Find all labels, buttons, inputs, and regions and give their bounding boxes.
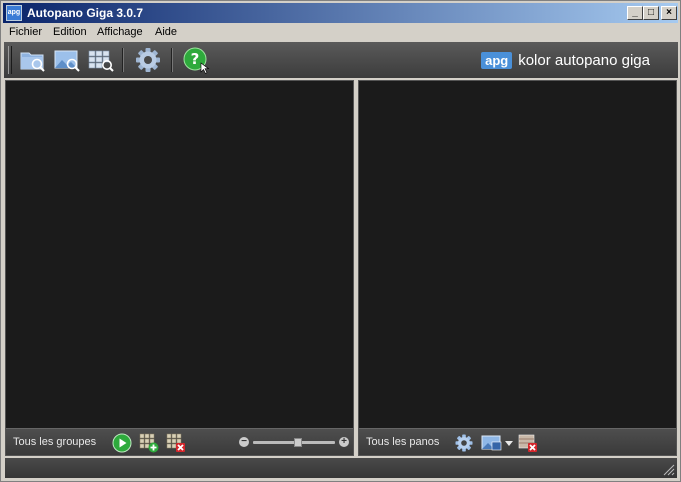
menu-affichage[interactable]: Affichage	[97, 26, 143, 38]
logo-brand-text: kolor autopano giga	[518, 51, 650, 69]
maximize-button[interactable]: □	[643, 6, 659, 20]
minimize-button[interactable]: _	[627, 6, 643, 20]
resize-grip-icon[interactable]	[661, 462, 675, 476]
render-icon[interactable]	[481, 433, 503, 453]
groups-footer-label: Tous les groupes	[13, 436, 97, 448]
panos-footer-label: Tous les panos	[366, 436, 440, 448]
dropdown-arrow-icon[interactable]	[504, 433, 514, 453]
title-bar[interactable]: apg Autopano Giga 3.0.7 _ □ ×	[3, 3, 678, 23]
toolbar: ? apg kolor autopano giga	[4, 42, 678, 78]
panos-panel: Tous les panos	[358, 80, 677, 456]
zoom-out-button[interactable]: −	[239, 437, 249, 447]
menu-bar: Fichier Edition Affichage Aide	[3, 24, 678, 42]
image-search-icon[interactable]	[52, 45, 82, 75]
status-bar	[5, 458, 677, 478]
svg-text:?: ?	[191, 50, 200, 68]
toolbar-separator	[122, 48, 124, 72]
add-group-icon[interactable]	[139, 433, 159, 453]
grid-detect-icon[interactable]	[86, 45, 116, 75]
panos-list-area[interactable]	[359, 81, 676, 428]
groups-footer: Tous les groupes − +	[6, 428, 353, 455]
window-title: Autopano Giga 3.0.7	[27, 6, 144, 20]
folder-search-icon[interactable]	[18, 45, 48, 75]
close-button[interactable]: ×	[661, 6, 677, 20]
zoom-in-button[interactable]: +	[339, 437, 349, 447]
logo-badge: apg	[481, 51, 513, 69]
app-window: apg Autopano Giga 3.0.7 _ □ × Fichier Ed…	[0, 0, 681, 482]
groups-list-area[interactable]	[6, 81, 353, 428]
gear-icon[interactable]	[133, 45, 163, 75]
remove-group-icon[interactable]	[166, 433, 186, 453]
zoom-slider[interactable]: − +	[239, 435, 349, 449]
groups-panel: Tous les groupes − +	[5, 80, 354, 456]
menu-aide[interactable]: Aide	[155, 26, 177, 38]
play-icon[interactable]	[112, 433, 132, 453]
toolbar-grip[interactable]	[8, 46, 12, 74]
menu-fichier[interactable]: Fichier	[9, 26, 42, 38]
app-logo: apg kolor autopano giga	[481, 49, 650, 71]
panos-footer: Tous les panos	[359, 428, 676, 455]
help-icon[interactable]: ?	[181, 45, 211, 75]
toolbar-separator	[171, 48, 173, 72]
menu-edition[interactable]: Edition	[53, 26, 87, 38]
gear-icon[interactable]	[454, 433, 474, 453]
remove-pano-icon[interactable]	[518, 433, 538, 453]
app-icon: apg	[6, 5, 22, 21]
zoom-slider-thumb[interactable]	[293, 438, 302, 447]
